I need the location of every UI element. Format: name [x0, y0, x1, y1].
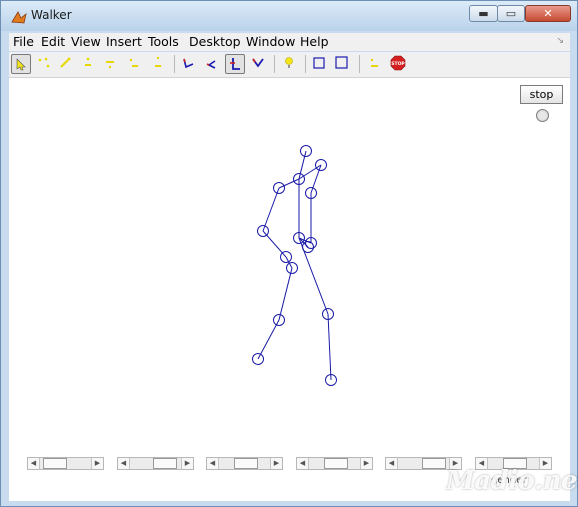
edit-plot-icon[interactable]	[11, 54, 31, 74]
maximize-button[interactable]: ▭	[497, 5, 525, 22]
menu-edit[interactable]: Edit	[41, 34, 65, 49]
bone-line	[257, 319, 280, 360]
menu-help[interactable]: Help	[300, 34, 329, 49]
box-icon[interactable]	[310, 54, 330, 74]
slider-2[interactable]: ◀ ▶	[117, 457, 194, 470]
menu-dock-arrow-icon[interactable]: ↘	[556, 36, 564, 46]
slider-left-arrow-icon[interactable]: ◀	[386, 458, 398, 469]
slider-1[interactable]: ◀ ▶	[27, 457, 104, 470]
title-bar[interactable]: Walker ▬ ▭ ✕	[1, 1, 577, 31]
slider-thumb[interactable]	[323, 458, 348, 469]
slider-right-arrow-icon[interactable]: ▶	[181, 458, 193, 469]
rotate-x-icon[interactable]	[179, 54, 199, 74]
rotate-y-icon[interactable]	[202, 54, 222, 74]
menu-insert[interactable]: Insert	[106, 34, 142, 49]
slider-left-arrow-icon[interactable]: ◀	[118, 458, 130, 469]
bone-line	[327, 313, 332, 381]
slider-left-arrow-icon[interactable]: ◀	[207, 458, 219, 469]
menu-tools[interactable]: Tools	[148, 34, 179, 49]
close-button[interactable]: ✕	[525, 5, 571, 22]
toolbar-separator	[274, 55, 275, 73]
figure-copy-icon[interactable]	[125, 54, 145, 74]
minimize-button[interactable]: ▬	[469, 5, 498, 22]
application-window: Walker ▬ ▭ ✕ File Edit View Insert Tools…	[0, 0, 578, 507]
stop-button[interactable]: stop	[520, 85, 563, 104]
window-title: Walker	[31, 8, 72, 22]
menu-file[interactable]: File	[13, 34, 34, 49]
slider-right-arrow-icon[interactable]: ▶	[360, 458, 372, 469]
slider-right-arrow-icon[interactable]: ▶	[91, 458, 103, 469]
matlab-logo-icon	[11, 9, 27, 24]
walker-figure	[252, 145, 337, 386]
slider-thumb[interactable]	[422, 458, 447, 469]
view-v-icon[interactable]	[249, 54, 269, 74]
slider-right-arrow-icon[interactable]: ▶	[270, 458, 282, 469]
clear-icon[interactable]	[365, 54, 385, 74]
toolbar-separator	[359, 55, 360, 73]
menu-desktop[interactable]: Desktop	[189, 34, 241, 49]
slider-3[interactable]: ◀ ▶	[206, 457, 283, 470]
figure-canvas[interactable]	[9, 78, 570, 501]
light-icon[interactable]	[280, 54, 300, 74]
slider-left-arrow-icon[interactable]: ◀	[28, 458, 40, 469]
slider-thumb[interactable]	[233, 458, 258, 469]
menu-view[interactable]: View	[71, 34, 101, 49]
figure-toolbar: STOP	[9, 52, 570, 78]
watermark-logo: Madio.net	[446, 466, 578, 496]
toolbar-separator	[305, 55, 306, 73]
bone-line	[278, 267, 293, 321]
bone-line	[262, 187, 280, 232]
open-file-icon[interactable]	[57, 54, 77, 74]
figure-paste-icon[interactable]	[149, 54, 169, 74]
radio-button[interactable]	[536, 109, 549, 122]
box-alt-icon[interactable]	[333, 54, 353, 74]
toolbar-separator	[174, 55, 175, 73]
slider-4[interactable]: ◀ ▶	[296, 457, 373, 470]
bone-line	[310, 164, 322, 194]
slider-thumb[interactable]	[153, 458, 178, 469]
slider-left-arrow-icon[interactable]: ◀	[297, 458, 309, 469]
new-figure-icon[interactable]	[35, 54, 55, 74]
print-icon[interactable]	[101, 54, 121, 74]
save-icon[interactable]	[79, 54, 99, 74]
svg-text:STOP: STOP	[391, 61, 405, 67]
menu-bar: File Edit View Insert Tools Desktop Wind…	[9, 33, 570, 51]
stop-icon[interactable]: STOP	[389, 54, 409, 74]
rotate-z-icon[interactable]	[225, 54, 245, 74]
slider-thumb[interactable]	[42, 458, 67, 469]
menu-window[interactable]: Window	[246, 34, 295, 49]
